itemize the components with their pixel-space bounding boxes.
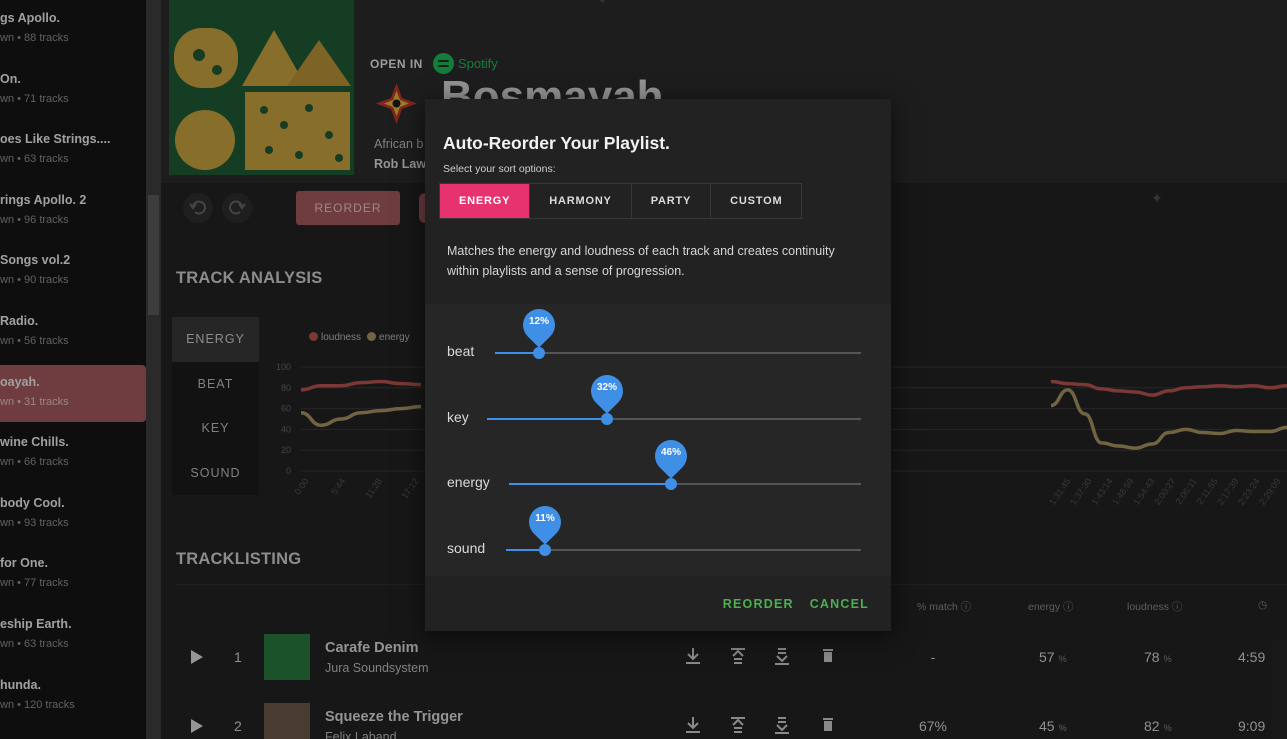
sort-tab-custom[interactable]: CUSTOM: [711, 184, 801, 218]
slider-label: energy: [447, 474, 490, 490]
slider-fill: [487, 417, 607, 420]
slider-value-label: 32%: [596, 381, 617, 393]
slider-value-label: 46%: [660, 447, 681, 458]
sort-weight-sliders: beat 12% key 32% energy 46% sound 11%: [425, 302, 891, 576]
dialog-reorder-button[interactable]: REORDER: [723, 597, 794, 611]
slider-label: key: [447, 408, 469, 425]
slider-thumb[interactable]: [665, 478, 677, 490]
slider-thumb[interactable]: [539, 543, 551, 556]
slider-row-beat: beat 12%: [425, 302, 891, 369]
slider-row-energy: energy 46%: [425, 433, 891, 500]
sort-option-description: Matches the energy and loudness of each …: [447, 244, 835, 278]
dialog-cancel-button[interactable]: CANCEL: [810, 597, 869, 611]
auto-reorder-dialog: Auto-Reorder Your Playlist. Select your …: [425, 99, 891, 631]
dialog-actions: REORDER CANCEL: [723, 597, 869, 611]
slider-track[interactable]: 32%: [487, 367, 861, 425]
dialog-subtitle: Select your sort options:: [443, 163, 556, 175]
slider-value-label: 12%: [528, 316, 549, 327]
dialog-title: Auto-Reorder Your Playlist.: [443, 133, 670, 153]
slider-row-key: key 32%: [425, 367, 891, 435]
sort-tab-energy[interactable]: ENERGY: [440, 184, 531, 218]
slider-track[interactable]: 11%: [506, 498, 861, 556]
slider-label: sound: [447, 539, 486, 556]
slider-row-sound: sound 11%: [425, 498, 891, 566]
slider-thumb[interactable]: [601, 412, 613, 425]
slider-label: beat: [447, 343, 475, 359]
sort-tab-party[interactable]: PARTY: [632, 184, 712, 218]
slider-track[interactable]: 46%: [509, 433, 861, 490]
sort-tab-harmony[interactable]: HARMONY: [530, 184, 632, 218]
slider-thumb[interactable]: [533, 347, 545, 359]
slider-track[interactable]: 12%: [495, 302, 861, 359]
sort-option-tabs: ENERGY HARMONY PARTY CUSTOM: [439, 183, 803, 219]
slider-fill: [509, 483, 671, 485]
slider-value-label: 11%: [535, 512, 555, 524]
